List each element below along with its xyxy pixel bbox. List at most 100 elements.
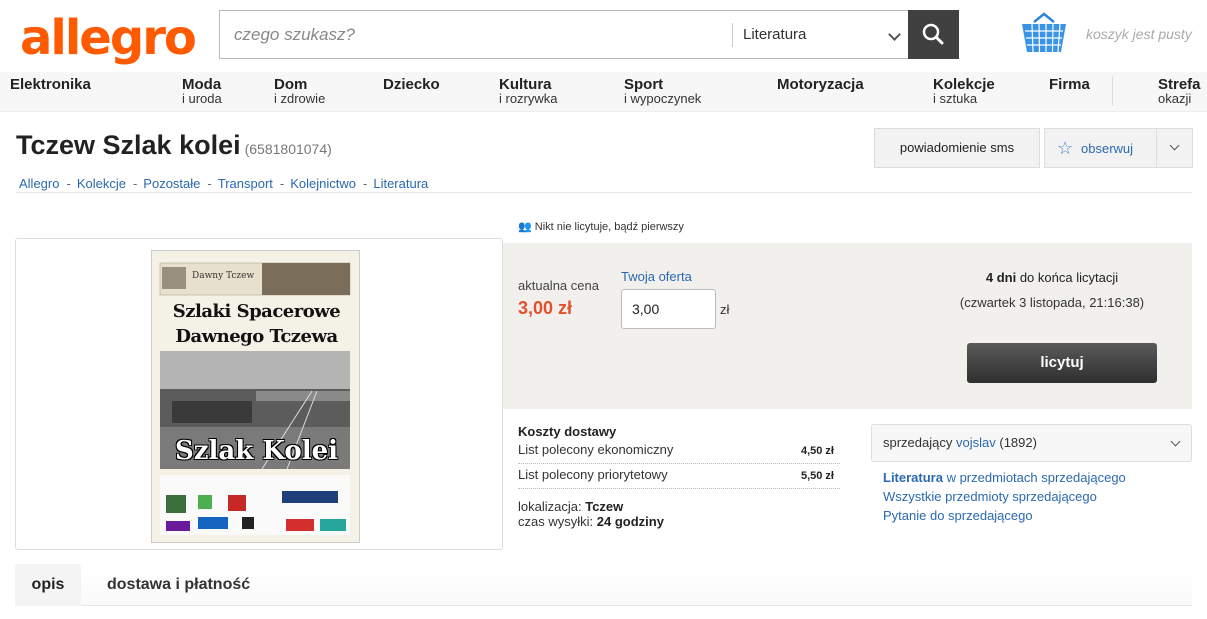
nav-item-dziecko[interactable]: Dziecko — [383, 76, 440, 93]
current-price: 3,00 zł — [518, 298, 573, 318]
nav-item-sublabel: i uroda — [182, 91, 222, 106]
seller-rating: (1892) — [999, 435, 1037, 450]
star-icon: ☆ — [1057, 138, 1074, 158]
nav-item-sublabel: okazji — [1158, 91, 1192, 106]
currency-label: zł — [720, 302, 730, 317]
seller-category-link-strong: Literatura — [883, 470, 943, 485]
current-price-label: aktualna cena — [518, 278, 599, 293]
location-value: Tczew — [585, 499, 624, 514]
shipping-option-price: 4,50 zł — [800, 445, 834, 457]
search-icon — [922, 23, 944, 45]
nav-item-sublabel: i rozrywka — [499, 91, 558, 106]
seller-all-items-link[interactable]: Wszystkie przedmioty sprzedającego — [883, 489, 1097, 504]
shipping-option-price: 5,50 zł — [800, 470, 834, 482]
breadcrumb-pozostale[interactable]: Pozostałe — [143, 176, 200, 191]
no-bids-text: Nikt nie licytuje, bądź pierwszy — [534, 221, 684, 233]
seller-question-link[interactable]: Pytanie do sprzedającego — [883, 508, 1033, 523]
item-id: (6581801074) — [244, 141, 332, 157]
seller-category-link[interactable]: Literatura w przedmiotach sprzedającego — [883, 470, 1126, 485]
cover-main-title: Szlak Kolei — [175, 436, 338, 466]
book-cover-art — [152, 251, 359, 542]
users-icon: 👥 — [518, 221, 532, 233]
auction-time-left: 4 dni do końca licytacji — [942, 270, 1162, 285]
offer-input[interactable] — [621, 289, 716, 329]
nav-item-kultura[interactable]: Kultura i rozrywka — [499, 76, 558, 106]
nav-item-label: Sport — [624, 76, 664, 93]
search-input[interactable] — [220, 11, 732, 58]
breadcrumb-kolekcje[interactable]: Kolekcje — [77, 176, 126, 191]
dispatch-label: czas wysyłki: — [518, 514, 594, 529]
watch-button[interactable]: ☆ obserwuj — [1044, 128, 1193, 168]
nav-item-label: Kolekcje — [933, 76, 995, 93]
cover-title-line2: Dawnego Tczewa — [175, 326, 338, 347]
nav-item-strefa-okazji[interactable]: Strefa okazji — [1158, 76, 1201, 106]
nav-item-label: Elektronika — [10, 76, 91, 93]
nav-item-sublabel: i wypoczynek — [624, 91, 702, 106]
breadcrumb-allegro[interactable]: Allegro — [19, 176, 59, 191]
seller-label: sprzedający — [883, 435, 953, 450]
product-image-box: Dawny Tczew Szlaki Spacerowe Dawnego Tcz… — [15, 238, 503, 550]
nav-item-moda[interactable]: Moda i uroda — [182, 76, 222, 106]
breadcrumb-transport[interactable]: Transport — [218, 176, 273, 191]
nav-item-label: Strefa — [1158, 76, 1201, 93]
shipping-option: List polecony ekonomiczny 4,50 zł — [518, 442, 840, 464]
location-label: lokalizacja: — [518, 499, 582, 514]
nav-divider — [1112, 76, 1113, 106]
chevron-down-icon — [1170, 436, 1181, 447]
your-offer-label: Twoja oferta — [621, 269, 692, 284]
basket-icon[interactable] — [1020, 12, 1068, 54]
bid-panel: aktualna cena 3,00 zł Twoja oferta zł 4 … — [503, 243, 1192, 409]
shipping-option-name: List polecony priorytetowy — [518, 467, 668, 482]
nav-item-sublabel: i sztuka — [933, 91, 978, 106]
nav-item-label: Dziecko — [383, 76, 440, 93]
nav-item-label: Firma — [1049, 76, 1090, 93]
bid-button[interactable]: licytuj — [967, 343, 1157, 383]
nav-item-dom[interactable]: Dom i zdrowie — [274, 76, 325, 106]
category-nav: Elektronika Moda i uroda Dom i zdrowie D… — [0, 72, 1207, 112]
dispatch-value: 24 godziny — [596, 514, 664, 529]
search-button[interactable] — [908, 10, 959, 59]
chevron-down-icon — [888, 28, 901, 41]
tab-opis[interactable]: opis — [15, 564, 81, 606]
category-select-value: Literatura — [743, 26, 807, 43]
search-bar: Literatura — [219, 10, 959, 59]
nav-item-kolekcje[interactable]: Kolekcje i sztuka — [933, 76, 995, 106]
seller-category-link-text: w przedmiotach sprzedającego — [942, 470, 1126, 485]
seller-nick[interactable]: vojslav — [956, 435, 996, 450]
page-title: Tczew Szlak kolei (6581801074) — [16, 130, 332, 161]
item-title: Tczew Szlak kolei — [16, 130, 241, 160]
nav-item-label: Moda — [182, 76, 222, 93]
category-select[interactable]: Literatura — [732, 23, 909, 47]
nav-item-elektronika[interactable]: Elektronika — [10, 76, 91, 93]
nav-item-label: Motoryzacja — [777, 76, 864, 93]
tab-bar: opis dostawa i płatność — [15, 564, 1192, 606]
shipping-option-name: List polecony ekonomiczny — [518, 442, 674, 457]
dispatch-time: czas wysyłki: 24 godziny — [518, 514, 664, 529]
nav-item-label: Dom — [274, 76, 308, 93]
product-image[interactable]: Dawny Tczew Szlaki Spacerowe Dawnego Tcz… — [151, 250, 360, 543]
seller-dropdown[interactable]: sprzedający vojslav (1892) — [871, 424, 1192, 462]
tab-dostawa-i-platnosc[interactable]: dostawa i płatność — [107, 564, 250, 606]
location: lokalizacja: Tczew — [518, 499, 623, 514]
auction-end-date: (czwartek 3 listopada, 21:16:38) — [959, 295, 1145, 310]
no-bids-info: 👥 Nikt nie licytuje, bądź pierwszy — [518, 220, 684, 233]
sms-notification-button[interactable]: powiadomienie sms — [874, 128, 1040, 168]
cover-title-line1: Szlaki Spacerowe — [172, 301, 341, 322]
nav-item-sport[interactable]: Sport i wypoczynek — [624, 76, 702, 106]
nav-item-firma[interactable]: Firma — [1049, 76, 1090, 93]
breadcrumb: Allegro - Kolekcje - Pozostałe - Transport - Kol… — [19, 176, 429, 191]
breadcrumb-kolejnictwo[interactable]: Kolejnictwo — [290, 176, 356, 191]
nav-item-motoryzacja[interactable]: Motoryzacja — [777, 76, 864, 93]
watch-divider — [1156, 129, 1157, 167]
allegro-logo[interactable]: allegro — [20, 8, 197, 68]
days-left: 4 dni — [985, 270, 1017, 285]
shipping-option: List polecony priorytetowy 5,50 zł — [518, 467, 840, 489]
nav-item-label: Kultura — [499, 76, 552, 93]
shipping-title: Koszty dostawy — [518, 424, 617, 439]
days-left-suffix: do końca licytacji — [1016, 270, 1119, 285]
chevron-down-icon[interactable] — [1169, 140, 1180, 151]
breadcrumb-literatura[interactable]: Literatura — [373, 176, 428, 191]
divider — [16, 192, 1192, 193]
cart-status[interactable]: koszyk jest pusty — [1086, 26, 1192, 42]
watch-button-label: obserwuj — [1081, 141, 1134, 156]
